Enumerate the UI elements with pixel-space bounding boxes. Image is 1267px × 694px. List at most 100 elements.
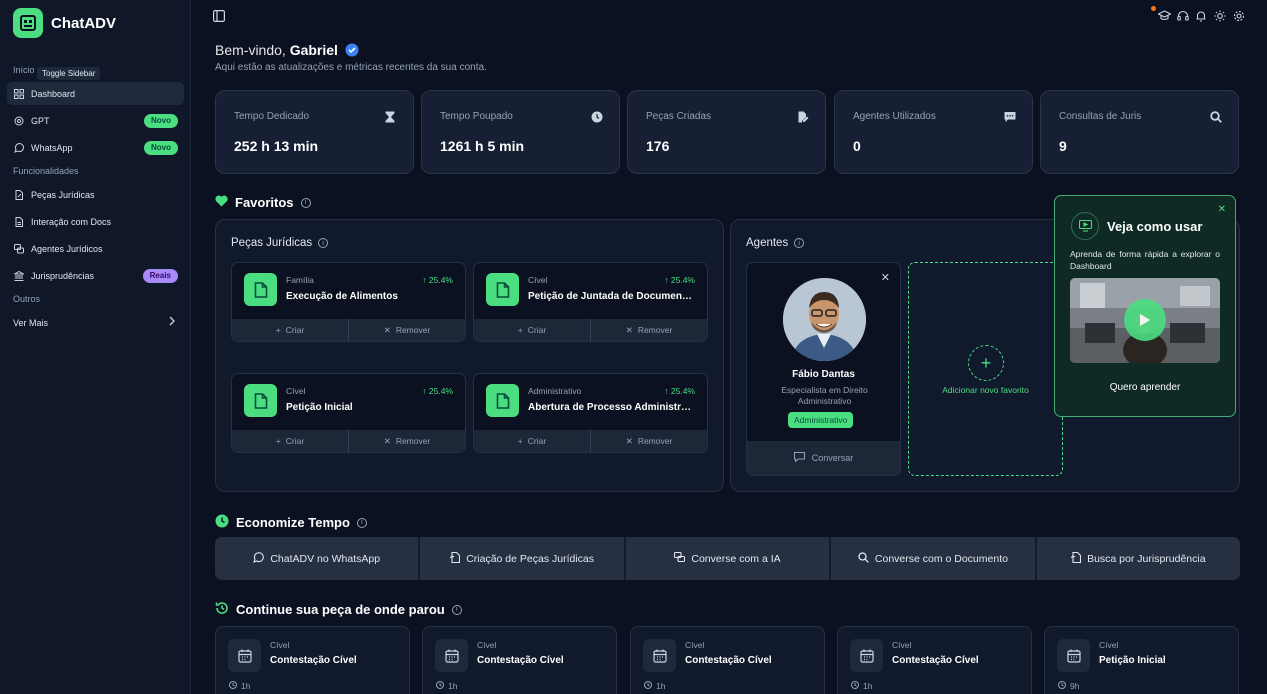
quick-action-ia[interactable]: Converse com a IA [626, 537, 832, 580]
piece-card[interactable]: Família Execução de Alimentos ↑ 25.4% + C… [231, 262, 466, 342]
create-button[interactable]: + Criar [474, 319, 591, 341]
quick-action-whatsapp[interactable]: ChatADV no WhatsApp [215, 537, 421, 580]
info-icon[interactable]: i [356, 517, 367, 528]
sidebar-item-dashboard[interactable]: Dashboard [7, 82, 184, 105]
logo-icon [13, 8, 43, 38]
headset-icon[interactable] [1177, 9, 1190, 22]
sun-icon[interactable] [1214, 9, 1227, 22]
gear-icon[interactable] [1233, 9, 1246, 22]
info-icon[interactable]: i [300, 197, 311, 208]
document-icon [486, 384, 519, 417]
learn-button[interactable]: Quero aprender [1055, 382, 1235, 393]
continue-card[interactable]: Cível Contestação Cível 1h [215, 626, 410, 694]
clock-icon [644, 681, 652, 691]
save-time-title-text: Economize Tempo [236, 515, 350, 530]
sidebar-item-label: Agentes Jurídicos [31, 243, 103, 254]
document-refresh-icon [1071, 551, 1082, 566]
bell-icon[interactable] [1195, 9, 1208, 22]
popup-text: Aprenda de forma rápida a explorar o Das… [1070, 249, 1220, 271]
chat-icon [1004, 110, 1016, 122]
play-icon[interactable] [1124, 299, 1166, 341]
agents-panel-title: Agentes i [746, 237, 805, 249]
create-label: Criar [527, 436, 547, 446]
favorites-section-title: Favoritos i [215, 195, 311, 210]
remove-button[interactable]: ✕ Remover [349, 319, 465, 341]
close-icon: ✕ [625, 435, 633, 446]
piece-card[interactable]: Cível Petição Inicial ↑ 25.4% + Criar ✕ Re… [231, 373, 466, 453]
sidebar-item-docs[interactable]: Interação com Docs [7, 210, 184, 233]
piece-trend: ↑ 25.4% [422, 386, 453, 396]
stat-label: Tempo Poupado [440, 111, 513, 122]
info-icon[interactable]: i [451, 604, 462, 615]
sidebar-item-label: Ver Mais [13, 317, 49, 328]
remove-button[interactable]: ✕ Remover [591, 430, 707, 452]
continue-category: Cível [1099, 640, 1119, 650]
add-favorite-button[interactable]: + Adicionar novo favorito [908, 262, 1063, 476]
piece-card[interactable]: Cível Petição de Juntada de Documentos ↑… [473, 262, 708, 342]
remove-button[interactable]: ✕ Remover [591, 319, 707, 341]
stat-label: Agentes Utilizados [853, 111, 936, 122]
piece-category: Administrativo [528, 386, 582, 396]
stat-value: 0 [853, 138, 861, 154]
piece-title: Abertura de Processo Administrativo [528, 402, 693, 413]
sidebar-item-agentes[interactable]: Agentes Jurídicos [7, 237, 184, 260]
real-badge: Reais [142, 269, 178, 283]
piece-category: Cível [528, 275, 548, 285]
chat-button[interactable]: Conversar [747, 441, 900, 475]
piece-card[interactable]: Administrativo Abertura de Processo Admi… [473, 373, 708, 453]
document-edit-icon [13, 189, 24, 200]
stat-label: Peças Criadas [646, 111, 712, 122]
stat-label: Tempo Dedicado [234, 111, 310, 122]
continue-category: Cível [270, 640, 290, 650]
app-name: ChatADV [51, 14, 117, 32]
piece-trend: ↑ 25.4% [422, 275, 453, 285]
quick-action-label: ChatADV no WhatsApp [270, 552, 381, 565]
create-button[interactable]: + Criar [474, 430, 591, 452]
clock-icon [215, 514, 229, 531]
sidebar-item-jurisprudencias[interactable]: Jurisprudências Reais [7, 264, 184, 287]
close-icon[interactable]: ✕ [1218, 204, 1226, 215]
calendar-icon [643, 639, 676, 672]
remove-label: Remover [395, 436, 431, 446]
plus-icon: + [517, 325, 523, 335]
toggle-sidebar-button[interactable] [213, 9, 226, 23]
sidebar-item-ver-mais[interactable]: Ver Mais [7, 311, 184, 334]
arrow-up-icon: ↑ [664, 386, 669, 396]
whatsapp-icon [13, 142, 24, 153]
tutorial-video-thumbnail[interactable] [1070, 278, 1220, 363]
remove-button[interactable]: ✕ Remover [349, 430, 465, 452]
section-funcionalidades: Funcionalidades [13, 166, 79, 176]
graduation-cap-icon[interactable] [1151, 6, 1172, 22]
courthouse-icon [13, 270, 24, 281]
continue-card[interactable]: Cível Contestação Cível 1h [630, 626, 825, 694]
arrow-up-icon: ↑ [664, 275, 669, 285]
continue-card[interactable]: Cível Contestação Cível 1h [837, 626, 1032, 694]
continue-title: Contestação Cível [685, 655, 772, 666]
sidebar-item-gpt[interactable]: GPT Novo [7, 109, 184, 132]
piece-trend: ↑ 25.4% [664, 386, 695, 396]
quick-action-jurisprudencia[interactable]: Busca por Jurisprudência [1037, 537, 1240, 580]
piece-actions: + Criar ✕ Remover [474, 430, 707, 452]
continue-card[interactable]: Cível Petição Inicial 9h [1044, 626, 1239, 694]
app-logo[interactable]: ChatADV [13, 8, 116, 38]
sidebar-item-pecas[interactable]: Peças Jurídicas [7, 183, 184, 206]
info-icon[interactable]: i [794, 238, 805, 248]
quick-actions-bar: ChatADV no WhatsApp Criação de Peças Jur… [215, 537, 1240, 580]
close-icon[interactable]: ✕ [881, 271, 890, 284]
agent-card[interactable]: ✕ Fábio Dantas Especialista em Direito A… [746, 262, 901, 476]
openai-icon [13, 115, 24, 126]
continue-card[interactable]: Cível Contestação Cível 1h [422, 626, 617, 694]
stat-value: 1261 h 5 min [440, 138, 525, 154]
stat-value: 176 [646, 138, 670, 154]
continue-time: 1h [436, 681, 457, 691]
monitor-play-icon [1071, 212, 1099, 240]
continue-title: Contestação Cível [477, 655, 564, 666]
quick-action-documento[interactable]: Converse com o Documento [831, 537, 1037, 580]
create-button[interactable]: + Criar [232, 430, 349, 452]
create-button[interactable]: + Criar [232, 319, 349, 341]
clock-icon [591, 110, 603, 123]
quick-action-pecas[interactable]: Criação de Peças Jurídicas [420, 537, 626, 580]
chevron-right-icon [168, 316, 176, 328]
sidebar-item-whatsapp[interactable]: WhatsApp Novo [7, 136, 184, 159]
info-icon[interactable]: i [318, 238, 329, 248]
